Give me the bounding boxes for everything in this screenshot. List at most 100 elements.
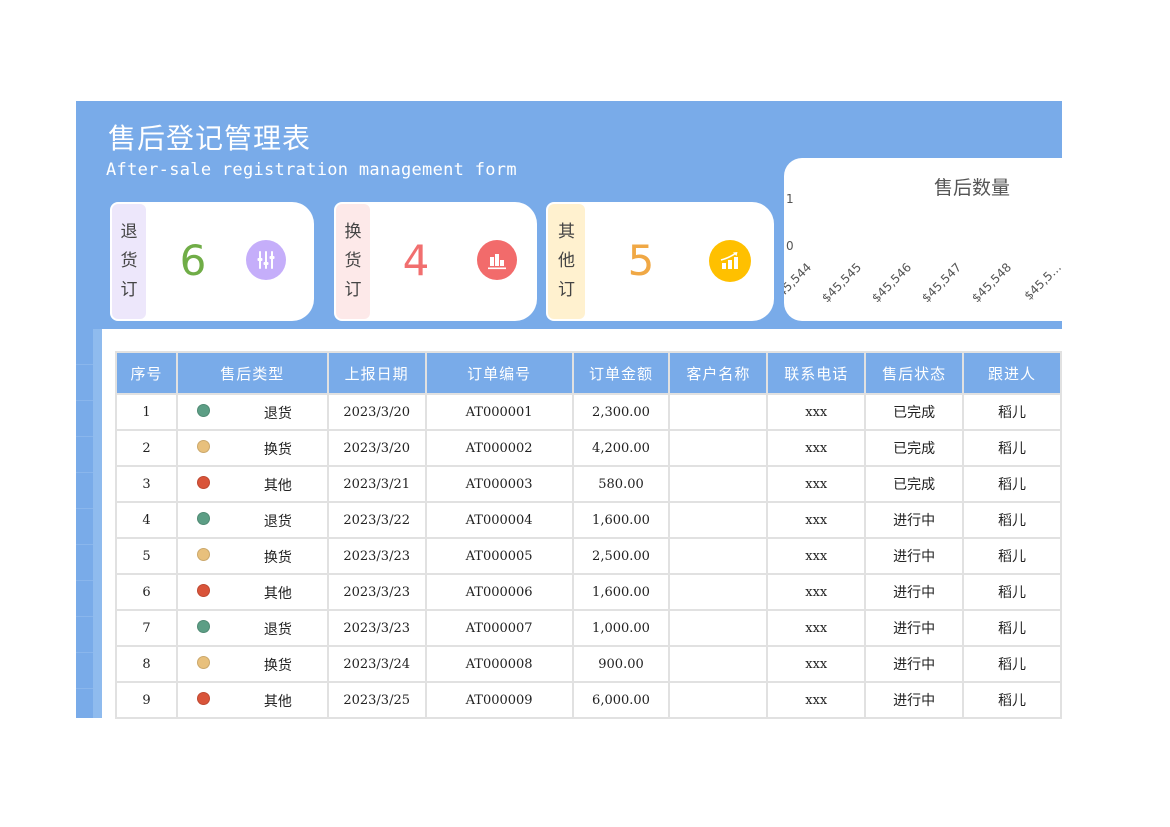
cell-type[interactable]: 退货 [175, 609, 329, 647]
column-header-type[interactable]: 售后类型 [175, 351, 329, 395]
cell-owner[interactable]: 稻儿 [962, 465, 1062, 503]
cell-status[interactable]: 进行中 [864, 645, 965, 683]
cell-no[interactable]: 7 [115, 609, 178, 647]
column-header-order-id[interactable]: 订单编号 [424, 351, 574, 395]
cell-phone[interactable]: xxx [766, 681, 867, 719]
cell-no[interactable]: 8 [115, 645, 178, 683]
table-row: 2 换货 2023/3/20 AT000002 4,200.00 xxx 已完成 稻儿 [115, 429, 1062, 467]
column-header-amount[interactable]: 订单金额 [571, 351, 671, 395]
cell-date[interactable]: 2023/3/25 [326, 681, 427, 719]
cell-date[interactable]: 2023/3/22 [326, 501, 427, 539]
cell-owner[interactable]: 稻儿 [962, 573, 1062, 611]
cell-type[interactable]: 换货 [175, 645, 329, 683]
cell-status[interactable]: 已完成 [864, 465, 965, 503]
cell-type[interactable]: 换货 [175, 537, 329, 575]
cell-customer[interactable] [668, 609, 769, 647]
page-title: 售后登记管理表 [108, 122, 312, 155]
cell-status[interactable]: 已完成 [864, 429, 965, 467]
column-header-status[interactable]: 售后状态 [864, 351, 965, 395]
card-label: 其 他 订 [548, 204, 585, 319]
cell-customer[interactable] [668, 429, 769, 467]
cell-no[interactable]: 4 [115, 501, 178, 539]
cell-type[interactable]: 退货 [175, 501, 329, 539]
cell-status[interactable]: 进行中 [864, 573, 965, 611]
cell-phone[interactable]: xxx [766, 501, 867, 539]
cell-customer[interactable] [668, 681, 769, 719]
cell-amount[interactable]: 1,600.00 [571, 573, 671, 611]
cell-phone[interactable]: xxx [766, 609, 867, 647]
cell-customer[interactable] [668, 501, 769, 539]
cell-status[interactable]: 进行中 [864, 501, 965, 539]
cell-order-id[interactable]: AT000009 [424, 681, 574, 719]
column-header-phone[interactable]: 联系电话 [766, 351, 867, 395]
cell-phone[interactable]: xxx [766, 537, 867, 575]
cell-no[interactable]: 2 [115, 429, 178, 467]
table-row: 7 退货 2023/3/23 AT000007 1,000.00 xxx 进行中 稻儿 [115, 609, 1062, 647]
cell-owner[interactable]: 稻儿 [962, 537, 1062, 575]
cell-order-id[interactable]: AT000004 [424, 501, 574, 539]
cell-customer[interactable] [668, 393, 769, 431]
cell-type[interactable]: 退货 [175, 393, 329, 431]
cell-order-id[interactable]: AT000008 [424, 645, 574, 683]
cell-type[interactable]: 其他 [175, 681, 329, 719]
cell-order-id[interactable]: AT000002 [424, 429, 574, 467]
type-label: 退货 [263, 406, 292, 422]
cell-status[interactable]: 进行中 [864, 537, 965, 575]
cell-no[interactable]: 5 [115, 537, 178, 575]
cell-amount[interactable]: 6,000.00 [571, 681, 671, 719]
cell-type[interactable]: 其他 [175, 573, 329, 611]
cell-customer[interactable] [668, 573, 769, 611]
cell-phone[interactable]: xxx [766, 645, 867, 683]
cell-amount[interactable]: 900.00 [571, 645, 671, 683]
cell-customer[interactable] [668, 465, 769, 503]
column-header-owner[interactable]: 跟进人 [962, 351, 1062, 395]
after-sale-count-chart: 售后数量 0 1 $45,544 $45,545 $45,546 $45,547 $45,54… [784, 177, 1064, 305]
cell-type[interactable]: 其他 [175, 465, 329, 503]
cell-owner[interactable]: 稻儿 [962, 645, 1062, 683]
cell-date[interactable]: 2023/3/20 [326, 393, 427, 431]
cell-order-id[interactable]: AT000007 [424, 609, 574, 647]
cell-order-id[interactable]: AT000001 [424, 393, 574, 431]
cell-order-id[interactable]: AT000005 [424, 537, 574, 575]
cell-type[interactable]: 换货 [175, 429, 329, 467]
cell-no[interactable]: 1 [115, 393, 178, 431]
cell-owner[interactable]: 稻儿 [962, 393, 1062, 431]
cell-status[interactable]: 进行中 [864, 681, 965, 719]
cell-status[interactable]: 进行中 [864, 609, 965, 647]
cell-phone[interactable]: xxx [766, 573, 867, 611]
y-tick-label: 1 [786, 192, 794, 206]
cell-customer[interactable] [668, 645, 769, 683]
cell-owner[interactable]: 稻儿 [962, 609, 1062, 647]
cell-amount[interactable]: 2,300.00 [571, 393, 671, 431]
cell-amount[interactable]: 4,200.00 [571, 429, 671, 467]
cell-phone[interactable]: xxx [766, 465, 867, 503]
x-tick-label: $45,546 [869, 260, 914, 305]
cell-no[interactable]: 3 [115, 465, 178, 503]
cell-status[interactable]: 已完成 [864, 393, 965, 431]
cell-amount[interactable]: 2,500.00 [571, 537, 671, 575]
cell-date[interactable]: 2023/3/24 [326, 645, 427, 683]
cell-customer[interactable] [668, 537, 769, 575]
cell-order-id[interactable]: AT000006 [424, 573, 574, 611]
cell-date[interactable]: 2023/3/23 [326, 609, 427, 647]
cell-date[interactable]: 2023/3/21 [326, 465, 427, 503]
cell-date[interactable]: 2023/3/20 [326, 429, 427, 467]
cell-amount[interactable]: 1,000.00 [571, 609, 671, 647]
page-subtitle: After-sale registration management form [106, 160, 517, 180]
cell-amount[interactable]: 1,600.00 [571, 501, 671, 539]
column-header-customer[interactable]: 客户名称 [668, 351, 769, 395]
column-header-no[interactable]: 序号 [115, 351, 178, 395]
cell-phone[interactable]: xxx [766, 429, 867, 467]
cell-no[interactable]: 6 [115, 573, 178, 611]
cell-amount[interactable]: 580.00 [571, 465, 671, 503]
column-header-date[interactable]: 上报日期 [326, 351, 427, 395]
cell-phone[interactable]: xxx [766, 393, 867, 431]
growth-chart-icon [709, 240, 751, 282]
cell-owner[interactable]: 稻儿 [962, 681, 1062, 719]
cell-date[interactable]: 2023/3/23 [326, 537, 427, 575]
cell-no[interactable]: 9 [115, 681, 178, 719]
cell-order-id[interactable]: AT000003 [424, 465, 574, 503]
cell-owner[interactable]: 稻儿 [962, 501, 1062, 539]
cell-owner[interactable]: 稻儿 [962, 429, 1062, 467]
cell-date[interactable]: 2023/3/23 [326, 573, 427, 611]
